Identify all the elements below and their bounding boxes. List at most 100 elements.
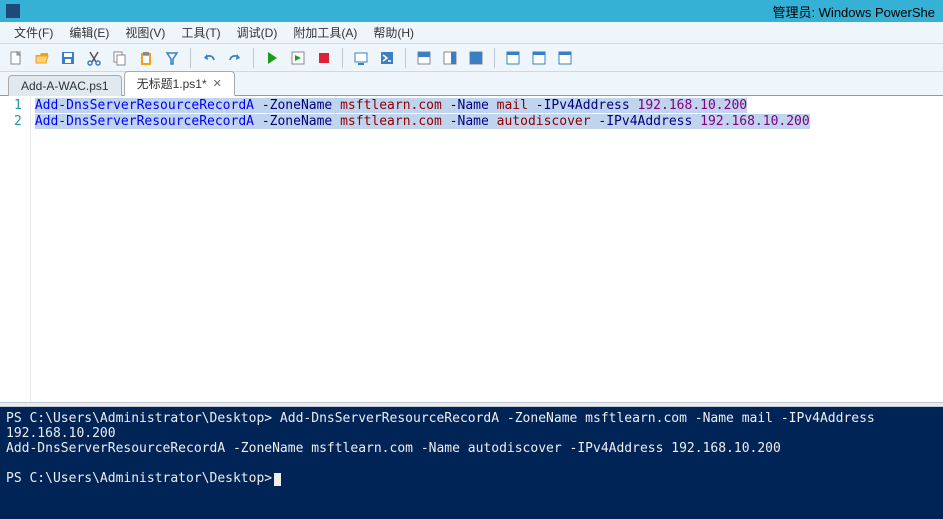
- titlebar[interactable]: 管理员: Windows PowerShe: [0, 0, 943, 22]
- token: 192.168.10.200: [638, 98, 748, 113]
- token: -Name: [450, 114, 489, 129]
- script-pane-button[interactable]: [527, 46, 551, 70]
- undo-button[interactable]: [197, 46, 221, 70]
- app-icon: [6, 4, 20, 18]
- menu-item-6[interactable]: 帮助(H): [365, 22, 422, 43]
- token: [254, 114, 262, 129]
- script-editor[interactable]: 12 Add-DnsServerResourceRecordA -ZoneNam…: [0, 96, 943, 402]
- pane-top-icon: [416, 50, 432, 66]
- run-selection-button[interactable]: [286, 46, 310, 70]
- run-icon: [264, 50, 280, 66]
- toolbar-separator: [190, 48, 191, 68]
- script-pane-icon: [531, 50, 547, 66]
- console-line-2: [6, 456, 937, 471]
- toolbar-separator: [405, 48, 406, 68]
- clear-icon: [164, 50, 180, 66]
- token: -ZoneName: [262, 114, 332, 129]
- pane-top-button[interactable]: [412, 46, 436, 70]
- menu-item-3[interactable]: 工具(T): [173, 22, 228, 43]
- console-line-3: PS C:\Users\Administrator\Desktop>: [6, 471, 937, 486]
- token: [442, 98, 450, 113]
- token: Add-DnsServerResourceRecordA: [35, 114, 254, 129]
- powershell-icon: [379, 50, 395, 66]
- new-file-button[interactable]: [4, 46, 28, 70]
- run-selection-icon: [290, 50, 306, 66]
- token: -IPv4Address: [598, 114, 692, 129]
- powershell-button[interactable]: [375, 46, 399, 70]
- console-line-1: Add-DnsServerResourceRecordA -ZoneName m…: [6, 441, 937, 456]
- menu-item-2[interactable]: 视图(V): [117, 22, 173, 43]
- token: -Name: [450, 98, 489, 113]
- tab-label: Add-A-WAC.ps1: [21, 79, 109, 93]
- token: mail: [497, 98, 528, 113]
- token: msftlearn.com: [340, 98, 442, 113]
- new-file-icon: [8, 50, 24, 66]
- save-icon: [60, 50, 76, 66]
- run-button[interactable]: [260, 46, 284, 70]
- command-addon-button[interactable]: [501, 46, 525, 70]
- open-file-button[interactable]: [30, 46, 54, 70]
- open-file-icon: [34, 50, 50, 66]
- pane-right-icon: [442, 50, 458, 66]
- tab-0[interactable]: Add-A-WAC.ps1: [8, 75, 122, 96]
- line-number: 1: [14, 98, 22, 114]
- token: [442, 114, 450, 129]
- code-line-2[interactable]: Add-DnsServerResourceRecordA -ZoneName m…: [35, 114, 939, 130]
- redo-button[interactable]: [223, 46, 247, 70]
- cmd-window-button[interactable]: [553, 46, 577, 70]
- code-area[interactable]: Add-DnsServerResourceRecordA -ZoneName m…: [31, 96, 943, 402]
- toolbar: [0, 44, 943, 72]
- pane-max-icon: [468, 50, 484, 66]
- copy-button[interactable]: [108, 46, 132, 70]
- line-gutter: 12: [0, 96, 31, 402]
- cut-icon: [86, 50, 102, 66]
- editor-container: 12 Add-DnsServerResourceRecordA -ZoneNam…: [0, 96, 943, 519]
- toolbar-separator: [494, 48, 495, 68]
- line-number: 2: [14, 114, 22, 130]
- tab-1[interactable]: 无标题1.ps1* ✕: [124, 71, 235, 96]
- console-pane[interactable]: PS C:\Users\Administrator\Desktop> Add-D…: [0, 407, 943, 519]
- tab-label: 无标题1.ps1*: [137, 75, 207, 92]
- close-icon[interactable]: ✕: [213, 77, 222, 90]
- token: [528, 98, 536, 113]
- cmd-window-icon: [557, 50, 573, 66]
- token: msftlearn.com: [340, 114, 442, 129]
- tab-bar: Add-A-WAC.ps1 无标题1.ps1* ✕: [0, 72, 943, 96]
- save-button[interactable]: [56, 46, 80, 70]
- redo-icon: [227, 50, 243, 66]
- console-line-0: PS C:\Users\Administrator\Desktop> Add-D…: [6, 411, 937, 441]
- clear-button[interactable]: [160, 46, 184, 70]
- token: [254, 98, 262, 113]
- menu-item-4[interactable]: 调试(D): [229, 22, 286, 43]
- token: [489, 98, 497, 113]
- token: autodiscover: [497, 114, 591, 129]
- remote-button[interactable]: [349, 46, 373, 70]
- token: [692, 114, 700, 129]
- cursor: [274, 473, 281, 486]
- token: [332, 98, 340, 113]
- menubar: 文件(F)编辑(E)视图(V)工具(T)调试(D)附加工具(A)帮助(H): [0, 22, 943, 44]
- token: -IPv4Address: [536, 98, 630, 113]
- undo-icon: [201, 50, 217, 66]
- pane-max-button[interactable]: [464, 46, 488, 70]
- menu-item-5[interactable]: 附加工具(A): [285, 22, 365, 43]
- stop-button[interactable]: [312, 46, 336, 70]
- remote-icon: [353, 50, 369, 66]
- menu-item-1[interactable]: 编辑(E): [61, 22, 117, 43]
- toolbar-separator: [253, 48, 254, 68]
- toolbar-separator: [342, 48, 343, 68]
- paste-icon: [138, 50, 154, 66]
- paste-button[interactable]: [134, 46, 158, 70]
- pane-right-button[interactable]: [438, 46, 462, 70]
- menu-item-0[interactable]: 文件(F): [6, 22, 61, 43]
- stop-icon: [316, 50, 332, 66]
- token: Add-DnsServerResourceRecordA: [35, 98, 254, 113]
- token: [332, 114, 340, 129]
- code-line-1[interactable]: Add-DnsServerResourceRecordA -ZoneName m…: [35, 98, 939, 114]
- token: [489, 114, 497, 129]
- token: -ZoneName: [262, 98, 332, 113]
- command-addon-icon: [505, 50, 521, 66]
- window-title: 管理员: Windows PowerShe: [772, 2, 935, 21]
- cut-button[interactable]: [82, 46, 106, 70]
- copy-icon: [112, 50, 128, 66]
